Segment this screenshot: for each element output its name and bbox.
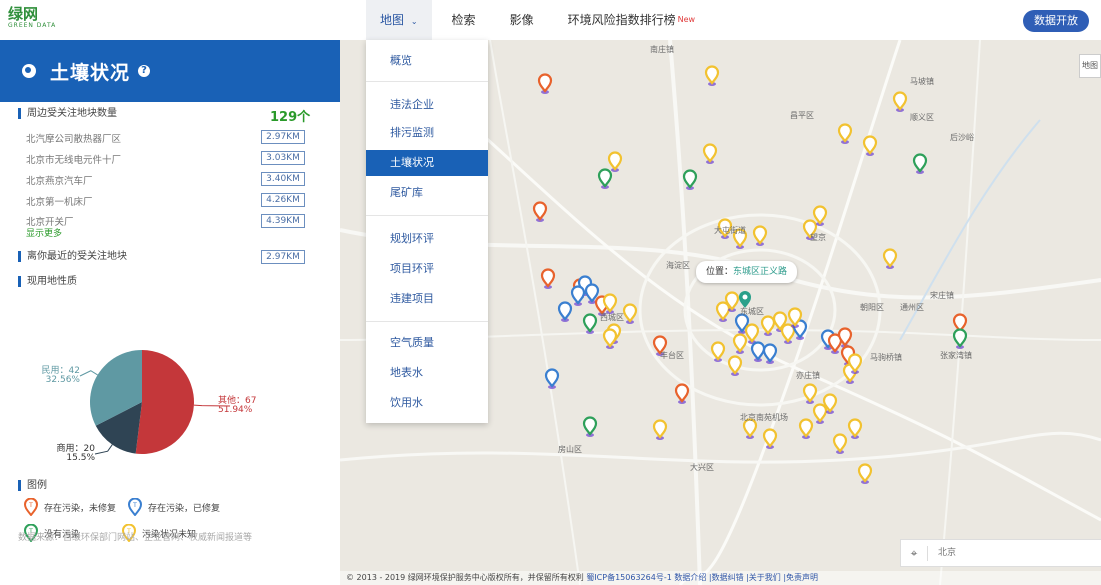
dropdown-item-illegal-enterprises[interactable]: 违法企业 xyxy=(366,92,488,118)
map-label: 海淀区 xyxy=(666,261,690,270)
tooltip-value: 东城区正义路 xyxy=(733,267,788,277)
pie-percent: 51.94% xyxy=(218,405,253,415)
nav-item-label: 地图 xyxy=(380,13,405,27)
nav-item-label: 环境风险指数排行榜 xyxy=(567,13,676,27)
svg-text:T: T xyxy=(28,502,33,509)
dropdown-item-emission-monitoring[interactable]: 排污监测 xyxy=(366,120,488,146)
dropdown-item-drinking-water[interactable]: 饮用水 xyxy=(366,390,488,416)
show-more-link[interactable]: 显示更多 xyxy=(26,226,62,239)
dropdown-item-overview[interactable]: 概览 xyxy=(366,48,488,74)
site-distance: 2.97KM xyxy=(261,130,305,144)
site-name[interactable]: 北京第一机床厂 xyxy=(26,194,93,208)
pie-slice-0[interactable] xyxy=(135,350,194,454)
dropdown-item-surface-water[interactable]: 地表水 xyxy=(366,360,488,386)
logo-sub: GREEN DATA xyxy=(8,22,57,29)
nav-item-imagery[interactable]: 影像 xyxy=(496,0,548,40)
location-tooltip: 位置：东城区正义路 xyxy=(696,261,798,283)
site-name[interactable]: 北京燕京汽车厂 xyxy=(26,173,93,187)
map-label: 马驹桥镇 xyxy=(870,353,902,362)
dropdown-item-planning-eia[interactable]: 规划环评 xyxy=(366,226,488,252)
site-distance: 3.40KM xyxy=(261,172,305,186)
landuse-pie-chart: 其他：67 51.94% 商用：20 15.5% 民用：42 32.56% xyxy=(0,330,340,490)
map-label: 望京 xyxy=(810,233,826,242)
pie-leader-line xyxy=(79,370,98,377)
map-label: 大兴区 xyxy=(690,463,714,472)
data-source-note: 数据来源：自级环保部门网站、企业官网、权威新闻报道等 xyxy=(18,533,253,543)
dropdown-divider xyxy=(366,321,488,322)
nav-item-ranking[interactable]: 环境风险指数排行榜 New xyxy=(554,0,709,40)
globe-icon xyxy=(22,64,36,78)
map-search-input[interactable] xyxy=(936,547,1090,559)
panel-header: 土壤状况 ? xyxy=(0,40,340,102)
map-dropdown-menu: 概览 违法企业 排污监测 土壤状况 尾矿库 规划环评 项目环评 违建项目 空气质… xyxy=(366,40,488,423)
map-footer: © 2013 - 2019 绿网环境保护服务中心版权所有，并保留所有权利 蜀IC… xyxy=(340,571,1101,585)
site-name[interactable]: 北汽摩公司散热器厂区 xyxy=(26,131,121,145)
new-badge: New xyxy=(677,15,696,24)
dropdown-item-tailings[interactable]: 尾矿库 xyxy=(366,180,488,206)
tooltip-prefix: 位置： xyxy=(706,267,734,277)
map-label: 顺义区 xyxy=(910,113,934,122)
nearest-title: 离你最近的受关注地块 xyxy=(18,251,127,262)
pie-svg: 其他：6751.94%商用：2015.5%民用：4232.56% xyxy=(42,350,256,463)
dropdown-item-air-quality[interactable]: 空气质量 xyxy=(366,330,488,356)
top-bar: 绿网 GREEN DATA 地图 ⌄ 检索 影像 环境风险指数排行榜 New 数据… xyxy=(0,0,1101,41)
pie-percent: 15.5% xyxy=(66,453,95,463)
map-label: 南庄镇 xyxy=(650,45,674,54)
map-label: 亦庄镇 xyxy=(796,371,820,380)
pin-icon: T xyxy=(24,498,38,516)
site-name[interactable]: 北京市无线电元件十厂 xyxy=(26,152,121,166)
site-distance: 4.26KM xyxy=(261,193,305,207)
copyright-text: © 2013 - 2019 绿网环境保护服务中心版权所有，并保留所有权利 xyxy=(346,573,584,582)
dropdown-divider xyxy=(366,81,488,82)
legend-label: 存在污染，未修复 xyxy=(44,503,117,514)
site-distance: 4.39KM xyxy=(261,214,305,228)
map-label: 大屯街道 xyxy=(714,226,746,235)
map-label: 东城区 xyxy=(740,307,764,316)
legend-item-polluted-repaired: T 存在污染，已修复 xyxy=(128,498,220,516)
pie-percent: 32.56% xyxy=(46,375,81,385)
nearby-title: 周边受关注地块数量 xyxy=(18,108,117,119)
nav-item-label: 影像 xyxy=(509,13,534,27)
legend-label: 存在污染，已修复 xyxy=(148,503,221,514)
map-label: 马坡镇 xyxy=(910,77,934,86)
map-label: 昌平区 xyxy=(790,111,814,120)
chevron-down-icon: ⌄ xyxy=(410,17,418,26)
site-distance: 3.03KM xyxy=(261,151,305,165)
map-label: 房山区 xyxy=(558,445,582,454)
locate-icon[interactable]: ⌖ xyxy=(901,545,928,561)
map-label: 西城区 xyxy=(600,313,624,322)
panel-title: 土壤状况 xyxy=(50,61,131,84)
map-label: 通州区 xyxy=(900,303,924,312)
map-label: 丰台区 xyxy=(660,351,684,360)
pie-leader-line xyxy=(94,444,113,455)
dropdown-divider xyxy=(366,215,488,216)
logo[interactable]: 绿网 GREEN DATA xyxy=(8,6,56,29)
map-label: 后沙峪 xyxy=(950,133,974,142)
nav-item-map[interactable]: 地图 ⌄ xyxy=(366,0,432,40)
map-label: 宋庄镇 xyxy=(930,291,954,300)
svg-text:T: T xyxy=(132,502,137,509)
dropdown-item-illegal-construction[interactable]: 违建项目 xyxy=(366,286,488,312)
soil-panel: 土壤状况 ? 周边受关注地块数量 129个 北汽摩公司散热器厂区 2.97KM … xyxy=(0,40,341,585)
open-data-button[interactable]: 数据开放 xyxy=(1023,10,1089,32)
nav-item-search[interactable]: 检索 xyxy=(438,0,490,40)
dropdown-item-project-eia[interactable]: 项目环评 xyxy=(366,256,488,282)
map-label: 张家湾镇 xyxy=(940,351,972,360)
nav-item-label: 检索 xyxy=(451,13,476,27)
legend-title: 图例 xyxy=(18,480,47,491)
dropdown-item-soil-status[interactable]: 土壤状况 xyxy=(366,150,488,176)
nearby-count: 129个 xyxy=(270,110,311,125)
map-type-button[interactable]: 地图 xyxy=(1079,54,1101,78)
question-circle-icon[interactable]: ? xyxy=(138,65,151,77)
legend-item-polluted-unrepaired: T 存在污染，未修复 xyxy=(24,498,116,516)
nearest-distance: 2.97KM xyxy=(261,250,305,264)
logo-text: 绿网 xyxy=(8,5,39,23)
map-label: 北京南苑机场 xyxy=(740,413,788,422)
main-nav: 地图 ⌄ 检索 影像 环境风险指数排行榜 New xyxy=(366,0,709,40)
pin-icon: T xyxy=(128,498,142,516)
footer-links[interactable]: 蜀ICP备15063264号-1 数据介绍 |数据纠错 |关于我们 |免责声明 xyxy=(586,573,818,582)
map-search-box: ⌖ xyxy=(900,539,1101,567)
map-label: 朝阳区 xyxy=(860,303,884,312)
landuse-title: 现用地性质 xyxy=(18,276,77,287)
